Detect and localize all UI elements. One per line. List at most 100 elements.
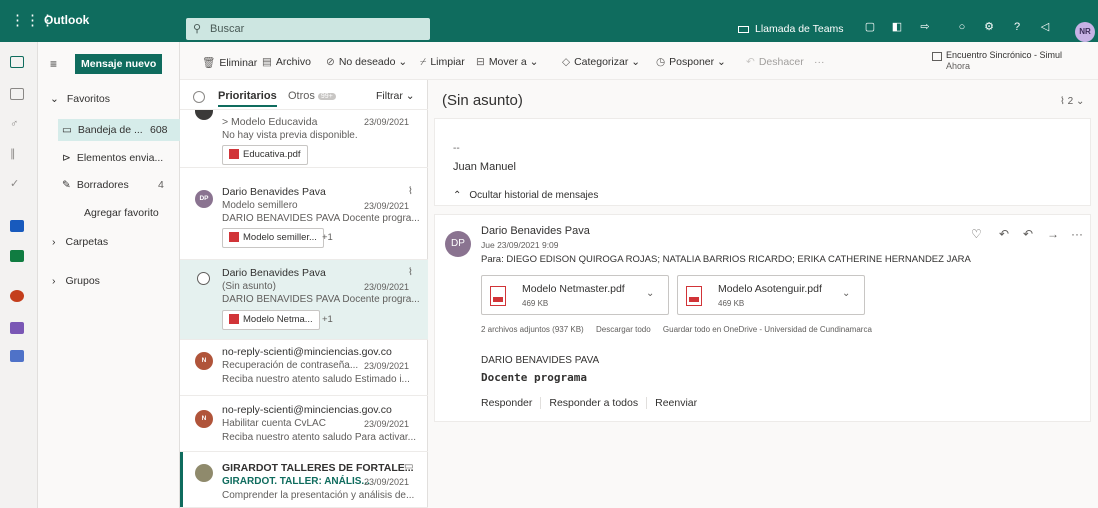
favorites-header[interactable]: ⌄ Favoritos <box>46 88 180 110</box>
app-name[interactable]: Outlook <box>44 13 89 27</box>
attachment-chip[interactable]: Educativa.pdf <box>222 145 308 165</box>
like-icon[interactable]: ♡ <box>971 227 982 241</box>
powerpoint-icon[interactable] <box>10 290 24 302</box>
message-date: 23/09/2021 <box>364 201 410 211</box>
archive-icon: ▤ <box>262 56 272 68</box>
chat-icon[interactable]: ▢ <box>864 21 876 33</box>
new-message-button[interactable]: Mensaje nuevo <box>75 54 163 74</box>
teams-call-button[interactable]: Llamada de Teams <box>738 23 844 35</box>
people-icon[interactable]: ♂ <box>10 118 24 130</box>
postpone-button[interactable]: ◷ Posponer ⌄ <box>656 56 726 68</box>
folders-label: Carpetas <box>65 236 109 248</box>
groups-header[interactable]: › Grupos <box>46 270 180 292</box>
teams-app-icon[interactable] <box>10 350 24 362</box>
message-preview: Comprender la presentación y análisis de… <box>222 490 415 501</box>
list-item[interactable]: GIRARDOT TALLERES DE FORTALE... ▭ GIRARD… <box>180 452 428 508</box>
attachment-card[interactable]: Modelo Asotenguir.pdf 469 KB ⌄ <box>677 275 865 315</box>
excel-icon[interactable] <box>10 250 24 262</box>
onenote-icon[interactable]: ◧ <box>891 21 903 33</box>
reminder-event[interactable]: Encuentro Sincrónico - Simul Ahora <box>932 50 1096 72</box>
junk-button[interactable]: ⊘ No deseado ⌄ <box>326 56 407 68</box>
sidebar-item-sent[interactable]: ⊳ Elementos envia... <box>58 147 192 169</box>
conversation-count[interactable]: ⌇ 2 ⌄ <box>1060 96 1084 107</box>
save-onedrive-link[interactable]: Guardar todo en OneDrive - Universidad d… <box>663 325 872 334</box>
download-all-link[interactable]: Descargar todo <box>596 325 651 334</box>
tab-focused[interactable]: Prioritarios <box>218 90 277 107</box>
delete-button[interactable]: 🗑 Eliminar <box>202 56 257 69</box>
undo-button[interactable]: ↶ Deshacer <box>746 56 804 68</box>
list-item[interactable]: N no-reply-scienti@minciencias.gov.co Ha… <box>180 396 428 452</box>
search-input[interactable]: ⚲ Buscar <box>186 18 430 40</box>
move-icon: ⊟ <box>476 56 485 68</box>
attachment-size: 469 KB <box>718 299 745 308</box>
archive-button[interactable]: ▤ Archivo <box>262 56 311 68</box>
hide-history-button[interactable]: ⌃ Ocultar historial de mensajes <box>453 190 598 201</box>
forward-button[interactable]: Reenviar <box>647 397 705 409</box>
reply-button[interactable]: Responder <box>481 397 542 409</box>
sender-avatar[interactable]: DP <box>445 231 471 257</box>
attachment-chip[interactable]: Modelo Netma... <box>222 310 320 330</box>
help-icon[interactable]: ? <box>1011 21 1023 33</box>
more-actions-icon[interactable]: ··· <box>1071 227 1083 241</box>
word-icon[interactable] <box>10 220 24 232</box>
more-attachments[interactable]: +1 <box>322 314 333 325</box>
onenote-app-icon[interactable] <box>10 322 24 334</box>
inbox-label: Bandeja de ... <box>77 124 143 136</box>
sender-name[interactable]: Dario Benavides Pava <box>481 225 590 237</box>
chevron-down-icon[interactable]: ⌄ <box>646 288 654 299</box>
list-header: Prioritarios Otros 99+ Filtrar ⌄ <box>180 80 428 110</box>
gear-icon[interactable]: ⚙ <box>983 21 995 33</box>
attach-icon[interactable]: ∥ <box>10 148 24 160</box>
folder-pane: ≡ Mensaje nuevo ⌄ Favoritos ▭ Bandeja de .… <box>38 42 180 508</box>
todo-icon[interactable]: ⇨ <box>919 21 931 33</box>
chevron-right-icon: › <box>52 236 56 248</box>
search-placeholder: Buscar <box>210 23 245 35</box>
feedback-icon[interactable]: ◁ <box>1039 21 1051 33</box>
categorize-button[interactable]: ◇ Categorizar ⌄ <box>562 56 640 68</box>
reply-icon[interactable]: ↶ <box>999 227 1009 241</box>
attachment-icon: ⌇ <box>408 267 413 278</box>
select-radio[interactable] <box>197 272 210 285</box>
bell-icon[interactable]: ○ <box>956 21 968 33</box>
body-signature-role: Docente programa <box>481 371 587 384</box>
move-button[interactable]: ⊟ Mover a ⌄ <box>476 56 538 68</box>
waffle-icon[interactable]: ⋮⋮⋮ <box>10 13 55 29</box>
reply-all-icon[interactable]: ↶ <box>1023 227 1033 241</box>
user-avatar[interactable]: NR <box>1075 22 1095 42</box>
add-favorite-link[interactable]: Agregar favorito <box>84 202 180 224</box>
sidebar-item-drafts[interactable]: ✎ Borradores 4 <box>58 174 192 196</box>
hamburger-icon[interactable]: ≡ <box>50 57 57 71</box>
hide-history-label: Ocultar historial de mensajes <box>469 190 599 201</box>
sidebar-item-inbox[interactable]: ▭ Bandeja de ... 608 <box>58 119 180 141</box>
message-card: DP Dario Benavides Pava Jue 23/09/2021 9… <box>434 214 1091 422</box>
attachment-chip[interactable]: Modelo semiller... <box>222 228 324 248</box>
attachment-card[interactable]: Modelo Netmaster.pdf 469 KB ⌄ <box>481 275 669 315</box>
command-bar: 🗑 Eliminar ▤ Archivo ⊘ No deseado ⌄ ⌿ Limpia… <box>180 42 1098 80</box>
attachment-name: Modelo Netmaster.pdf <box>522 283 625 295</box>
previous-message-card: -- Juan Manuel ⌃ Ocultar historial de men… <box>434 118 1091 206</box>
message-preview: DARIO BENAVIDES PAVA Docente progra... <box>222 213 420 224</box>
pdf-icon <box>229 314 239 325</box>
filter-button[interactable]: Filtrar ⌄ <box>376 90 415 102</box>
reply-all-button[interactable]: Responder a todos <box>541 397 648 409</box>
tab-other[interactable]: Otros 99+ <box>288 90 336 102</box>
sweep-button[interactable]: ⌿ Limpiar <box>420 56 465 69</box>
list-item[interactable]: Dario Benavides Pava ⌇ (Sin asunto) 23/0… <box>180 260 428 340</box>
chevron-down-icon[interactable]: ⌄ <box>842 288 850 299</box>
select-all-checkbox[interactable] <box>193 91 205 103</box>
more-attachments[interactable]: +1 <box>322 232 333 243</box>
groups-label: Grupos <box>65 275 100 287</box>
tasks-icon[interactable]: ✓ <box>10 178 24 190</box>
calendar-icon[interactable] <box>10 88 24 100</box>
folders-header[interactable]: › Carpetas <box>46 231 180 253</box>
avatar: DP <box>195 190 213 208</box>
teams-call-label: Llamada de Teams <box>755 23 844 35</box>
forward-icon[interactable]: → <box>1047 227 1059 241</box>
recipients: Para: DIEGO EDISON QUIROGA ROJAS; NATALI… <box>481 254 971 265</box>
mail-icon[interactable] <box>10 56 24 68</box>
undo-label: Deshacer <box>758 56 804 68</box>
list-item[interactable]: N no-reply-scienti@minciencias.gov.co Re… <box>180 340 428 396</box>
list-item[interactable]: > Modelo Educavida 23/09/2021 No hay vis… <box>180 110 428 168</box>
list-item[interactable]: DP Dario Benavides Pava ⌇ Modelo semille… <box>180 178 428 260</box>
more-button[interactable]: ··· <box>814 56 825 68</box>
